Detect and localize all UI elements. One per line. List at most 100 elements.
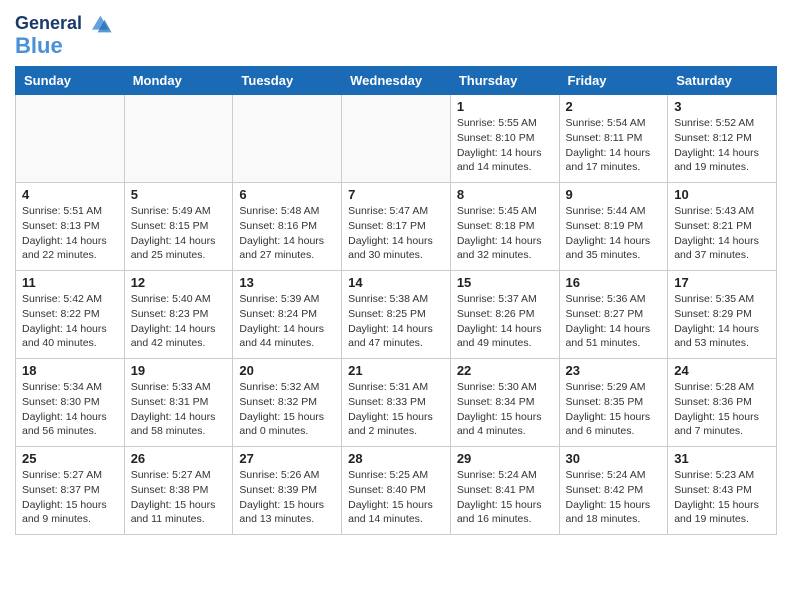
day-cell: 16 Sunrise: 5:36 AM Sunset: 8:27 PM Dayli… <box>559 271 668 359</box>
day-cell: 12Sunrise: 5:40 AM Sunset: 8:23 PM Dayli… <box>124 271 233 359</box>
day-info: Sunrise: 5:42 AM Sunset: 8:22 PM Dayligh… <box>22 292 118 351</box>
day-info: Sunrise: 5:52 AM Sunset: 8:12 PM Dayligh… <box>674 116 770 175</box>
day-cell: 31 Sunrise: 5:23 AM Sunset: 8:43 PM Dayli… <box>668 447 777 535</box>
day-info: Sunrise: 5:23 AM Sunset: 8:43 PM Dayligh… <box>674 468 770 527</box>
day-number: 6 <box>239 187 335 202</box>
day-cell: 23 Sunrise: 5:29 AM Sunset: 8:35 PM Dayli… <box>559 359 668 447</box>
day-number: 25 <box>22 451 118 466</box>
weekday-saturday: Saturday <box>668 67 777 95</box>
day-cell: 17 Sunrise: 5:35 AM Sunset: 8:29 PM Dayli… <box>668 271 777 359</box>
day-number: 30 <box>566 451 662 466</box>
weekday-friday: Friday <box>559 67 668 95</box>
day-cell: 3Sunrise: 5:52 AM Sunset: 8:12 PM Daylig… <box>668 95 777 183</box>
day-info: Sunrise: 5:35 AM Sunset: 8:29 PM Dayligh… <box>674 292 770 351</box>
day-number: 1 <box>457 99 553 114</box>
day-info: Sunrise: 5:29 AM Sunset: 8:35 PM Dayligh… <box>566 380 662 439</box>
day-info: Sunrise: 5:40 AM Sunset: 8:23 PM Dayligh… <box>131 292 227 351</box>
day-number: 27 <box>239 451 335 466</box>
day-info: Sunrise: 5:36 AM Sunset: 8:27 PM Dayligh… <box>566 292 662 351</box>
weekday-thursday: Thursday <box>450 67 559 95</box>
day-info: Sunrise: 5:28 AM Sunset: 8:36 PM Dayligh… <box>674 380 770 439</box>
day-cell: 6 Sunrise: 5:48 AM Sunset: 8:16 PM Daylig… <box>233 183 342 271</box>
day-number: 21 <box>348 363 444 378</box>
day-info: Sunrise: 5:27 AM Sunset: 8:37 PM Dayligh… <box>22 468 118 527</box>
day-number: 20 <box>239 363 335 378</box>
weekday-monday: Monday <box>124 67 233 95</box>
day-cell: 29 Sunrise: 5:24 AM Sunset: 8:41 PM Dayli… <box>450 447 559 535</box>
week-row-0: 1Sunrise: 5:55 AM Sunset: 8:10 PM Daylig… <box>16 95 777 183</box>
day-cell: 27 Sunrise: 5:26 AM Sunset: 8:39 PM Dayli… <box>233 447 342 535</box>
day-info: Sunrise: 5:24 AM Sunset: 8:42 PM Dayligh… <box>566 468 662 527</box>
day-number: 18 <box>22 363 118 378</box>
week-row-4: 25 Sunrise: 5:27 AM Sunset: 8:37 PM Dayli… <box>16 447 777 535</box>
day-cell: 25 Sunrise: 5:27 AM Sunset: 8:37 PM Dayli… <box>16 447 125 535</box>
weekday-wednesday: Wednesday <box>342 67 451 95</box>
day-number: 11 <box>22 275 118 290</box>
day-number: 4 <box>22 187 118 202</box>
day-cell: 30 Sunrise: 5:24 AM Sunset: 8:42 PM Dayli… <box>559 447 668 535</box>
day-info: Sunrise: 5:24 AM Sunset: 8:41 PM Dayligh… <box>457 468 553 527</box>
calendar: SundayMondayTuesdayWednesdayThursdayFrid… <box>15 66 777 535</box>
day-info: Sunrise: 5:34 AM Sunset: 8:30 PM Dayligh… <box>22 380 118 439</box>
weekday-tuesday: Tuesday <box>233 67 342 95</box>
day-number: 15 <box>457 275 553 290</box>
day-info: Sunrise: 5:45 AM Sunset: 8:18 PM Dayligh… <box>457 204 553 263</box>
day-number: 14 <box>348 275 444 290</box>
day-info: Sunrise: 5:43 AM Sunset: 8:21 PM Dayligh… <box>674 204 770 263</box>
day-info: Sunrise: 5:30 AM Sunset: 8:34 PM Dayligh… <box>457 380 553 439</box>
day-info: Sunrise: 5:33 AM Sunset: 8:31 PM Dayligh… <box>131 380 227 439</box>
day-cell: 5Sunrise: 5:49 AM Sunset: 8:15 PM Daylig… <box>124 183 233 271</box>
day-cell: 19 Sunrise: 5:33 AM Sunset: 8:31 PM Dayli… <box>124 359 233 447</box>
day-cell: 24 Sunrise: 5:28 AM Sunset: 8:36 PM Dayli… <box>668 359 777 447</box>
day-info: Sunrise: 5:51 AM Sunset: 8:13 PM Dayligh… <box>22 204 118 263</box>
day-info: Sunrise: 5:38 AM Sunset: 8:25 PM Dayligh… <box>348 292 444 351</box>
day-cell <box>124 95 233 183</box>
day-cell: 10 Sunrise: 5:43 AM Sunset: 8:21 PM Dayli… <box>668 183 777 271</box>
day-cell: 28Sunrise: 5:25 AM Sunset: 8:40 PM Dayli… <box>342 447 451 535</box>
week-row-2: 11 Sunrise: 5:42 AM Sunset: 8:22 PM Dayli… <box>16 271 777 359</box>
day-number: 19 <box>131 363 227 378</box>
day-number: 29 <box>457 451 553 466</box>
day-cell: 26Sunrise: 5:27 AM Sunset: 8:38 PM Dayli… <box>124 447 233 535</box>
logo-icon <box>85 10 113 38</box>
day-cell: 11 Sunrise: 5:42 AM Sunset: 8:22 PM Dayli… <box>16 271 125 359</box>
day-cell: 8 Sunrise: 5:45 AM Sunset: 8:18 PM Daylig… <box>450 183 559 271</box>
page: General Blue SundayMondayTuesdayWednesda… <box>0 0 792 550</box>
day-info: Sunrise: 5:32 AM Sunset: 8:32 PM Dayligh… <box>239 380 335 439</box>
day-info: Sunrise: 5:26 AM Sunset: 8:39 PM Dayligh… <box>239 468 335 527</box>
day-info: Sunrise: 5:31 AM Sunset: 8:33 PM Dayligh… <box>348 380 444 439</box>
week-row-3: 18 Sunrise: 5:34 AM Sunset: 8:30 PM Dayli… <box>16 359 777 447</box>
day-cell: 20 Sunrise: 5:32 AM Sunset: 8:32 PM Dayli… <box>233 359 342 447</box>
day-cell: 15Sunrise: 5:37 AM Sunset: 8:26 PM Dayli… <box>450 271 559 359</box>
day-cell <box>342 95 451 183</box>
day-number: 7 <box>348 187 444 202</box>
logo: General Blue <box>15 10 113 58</box>
day-info: Sunrise: 5:47 AM Sunset: 8:17 PM Dayligh… <box>348 204 444 263</box>
day-cell: 1Sunrise: 5:55 AM Sunset: 8:10 PM Daylig… <box>450 95 559 183</box>
day-cell <box>16 95 125 183</box>
logo-text: General <box>15 14 82 34</box>
day-cell: 18 Sunrise: 5:34 AM Sunset: 8:30 PM Dayli… <box>16 359 125 447</box>
day-number: 23 <box>566 363 662 378</box>
day-number: 22 <box>457 363 553 378</box>
day-cell: 13Sunrise: 5:39 AM Sunset: 8:24 PM Dayli… <box>233 271 342 359</box>
day-info: Sunrise: 5:25 AM Sunset: 8:40 PM Dayligh… <box>348 468 444 527</box>
day-number: 10 <box>674 187 770 202</box>
day-info: Sunrise: 5:49 AM Sunset: 8:15 PM Dayligh… <box>131 204 227 263</box>
day-cell: 22 Sunrise: 5:30 AM Sunset: 8:34 PM Dayli… <box>450 359 559 447</box>
day-cell: 2 Sunrise: 5:54 AM Sunset: 8:11 PM Daylig… <box>559 95 668 183</box>
day-cell: 7 Sunrise: 5:47 AM Sunset: 8:17 PM Daylig… <box>342 183 451 271</box>
weekday-header-row: SundayMondayTuesdayWednesdayThursdayFrid… <box>16 67 777 95</box>
day-number: 17 <box>674 275 770 290</box>
day-cell: 21 Sunrise: 5:31 AM Sunset: 8:33 PM Dayli… <box>342 359 451 447</box>
day-cell <box>233 95 342 183</box>
day-number: 8 <box>457 187 553 202</box>
day-info: Sunrise: 5:48 AM Sunset: 8:16 PM Dayligh… <box>239 204 335 263</box>
day-info: Sunrise: 5:44 AM Sunset: 8:19 PM Dayligh… <box>566 204 662 263</box>
day-cell: 9Sunrise: 5:44 AM Sunset: 8:19 PM Daylig… <box>559 183 668 271</box>
day-info: Sunrise: 5:54 AM Sunset: 8:11 PM Dayligh… <box>566 116 662 175</box>
day-number: 2 <box>566 99 662 114</box>
day-number: 24 <box>674 363 770 378</box>
day-number: 31 <box>674 451 770 466</box>
day-number: 16 <box>566 275 662 290</box>
